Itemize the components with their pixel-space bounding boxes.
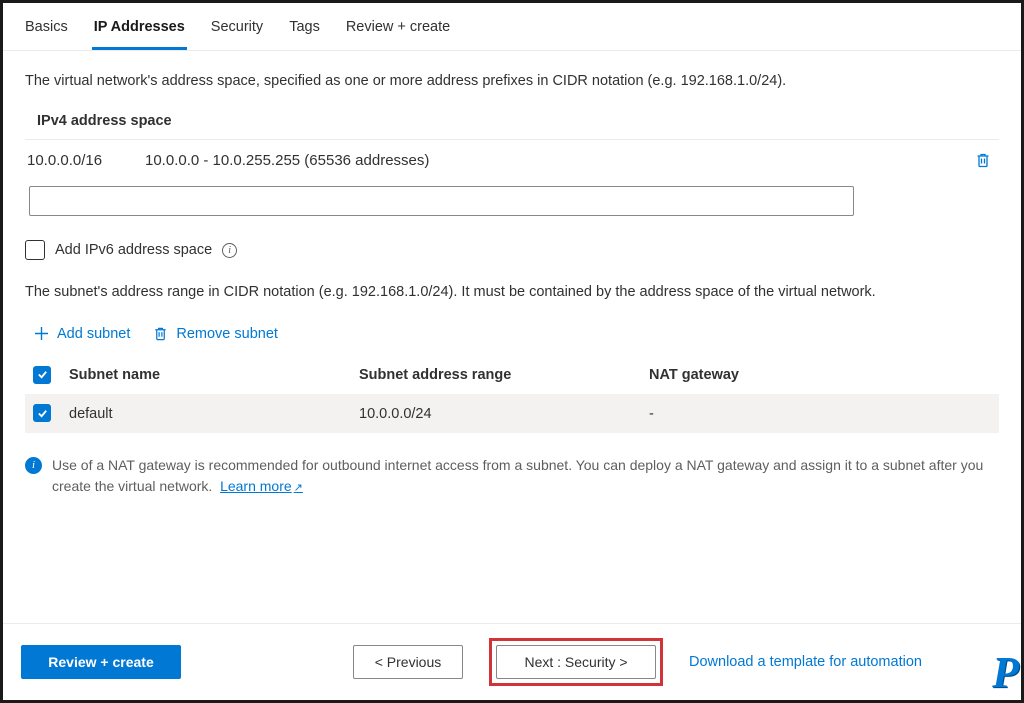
remove-subnet-button[interactable]: Remove subnet (152, 326, 278, 342)
add-subnet-label: Add subnet (57, 326, 130, 342)
col-header-name: Subnet name (69, 367, 359, 383)
subnet-description: The subnet's address range in CIDR notat… (25, 282, 999, 304)
tab-strip: Basics IP Addresses Security Tags Review… (3, 3, 1021, 51)
next-button[interactable]: Next : Security > (496, 645, 656, 679)
nat-gateway-note: i Use of a NAT gateway is recommended fo… (25, 455, 999, 497)
tab-security[interactable]: Security (209, 13, 265, 50)
ipv4-address-row: 10.0.0.0/16 10.0.0.0 - 10.0.255.255 (655… (25, 139, 999, 184)
ipv6-info-icon[interactable]: i (222, 243, 237, 258)
row-subnet-name: default (69, 406, 359, 422)
tab-review-create[interactable]: Review + create (344, 13, 452, 50)
next-button-highlight: Next : Security > (489, 638, 663, 686)
wizard-footer: Review + create < Previous Next : Securi… (3, 623, 1021, 700)
previous-button[interactable]: < Previous (353, 645, 463, 679)
review-create-button[interactable]: Review + create (21, 645, 181, 679)
col-header-nat: NAT gateway (649, 367, 991, 383)
ipv6-checkbox[interactable] (25, 240, 45, 260)
tab-basics[interactable]: Basics (23, 13, 70, 50)
ipv4-new-address-input[interactable] (29, 186, 854, 216)
ipv6-checkbox-label: Add IPv6 address space (55, 242, 212, 258)
learn-more-link[interactable]: Learn more↗ (220, 478, 303, 494)
subnet-table-row[interactable]: default 10.0.0.0/24 - (25, 394, 999, 433)
plus-icon (33, 326, 49, 342)
row-subnet-range: 10.0.0.0/24 (359, 406, 649, 422)
add-subnet-button[interactable]: Add subnet (33, 326, 130, 342)
nat-note-text: Use of a NAT gateway is recommended for … (52, 457, 983, 494)
select-all-checkbox[interactable] (33, 366, 51, 384)
tab-ip-addresses[interactable]: IP Addresses (92, 13, 187, 50)
col-header-range: Subnet address range (359, 367, 649, 383)
address-space-description: The virtual network's address space, spe… (25, 73, 999, 89)
tab-tags[interactable]: Tags (287, 13, 322, 50)
info-icon: i (25, 457, 42, 474)
row-checkbox[interactable] (33, 404, 51, 422)
remove-subnet-label: Remove subnet (176, 326, 278, 342)
ipv4-range-value: 10.0.0.0 - 10.0.255.255 (65536 addresses… (145, 152, 969, 169)
row-subnet-nat: - (649, 406, 991, 422)
external-link-icon: ↗ (294, 482, 303, 494)
delete-address-button[interactable] (969, 146, 997, 174)
subnet-table-header: Subnet name Subnet address range NAT gat… (25, 356, 999, 395)
trash-icon (152, 326, 168, 342)
ipv4-cidr-value: 10.0.0.0/16 (27, 152, 145, 169)
trash-icon (975, 152, 991, 168)
ipv4-section-label: IPv4 address space (37, 113, 999, 129)
download-template-link[interactable]: Download a template for automation (689, 654, 922, 670)
